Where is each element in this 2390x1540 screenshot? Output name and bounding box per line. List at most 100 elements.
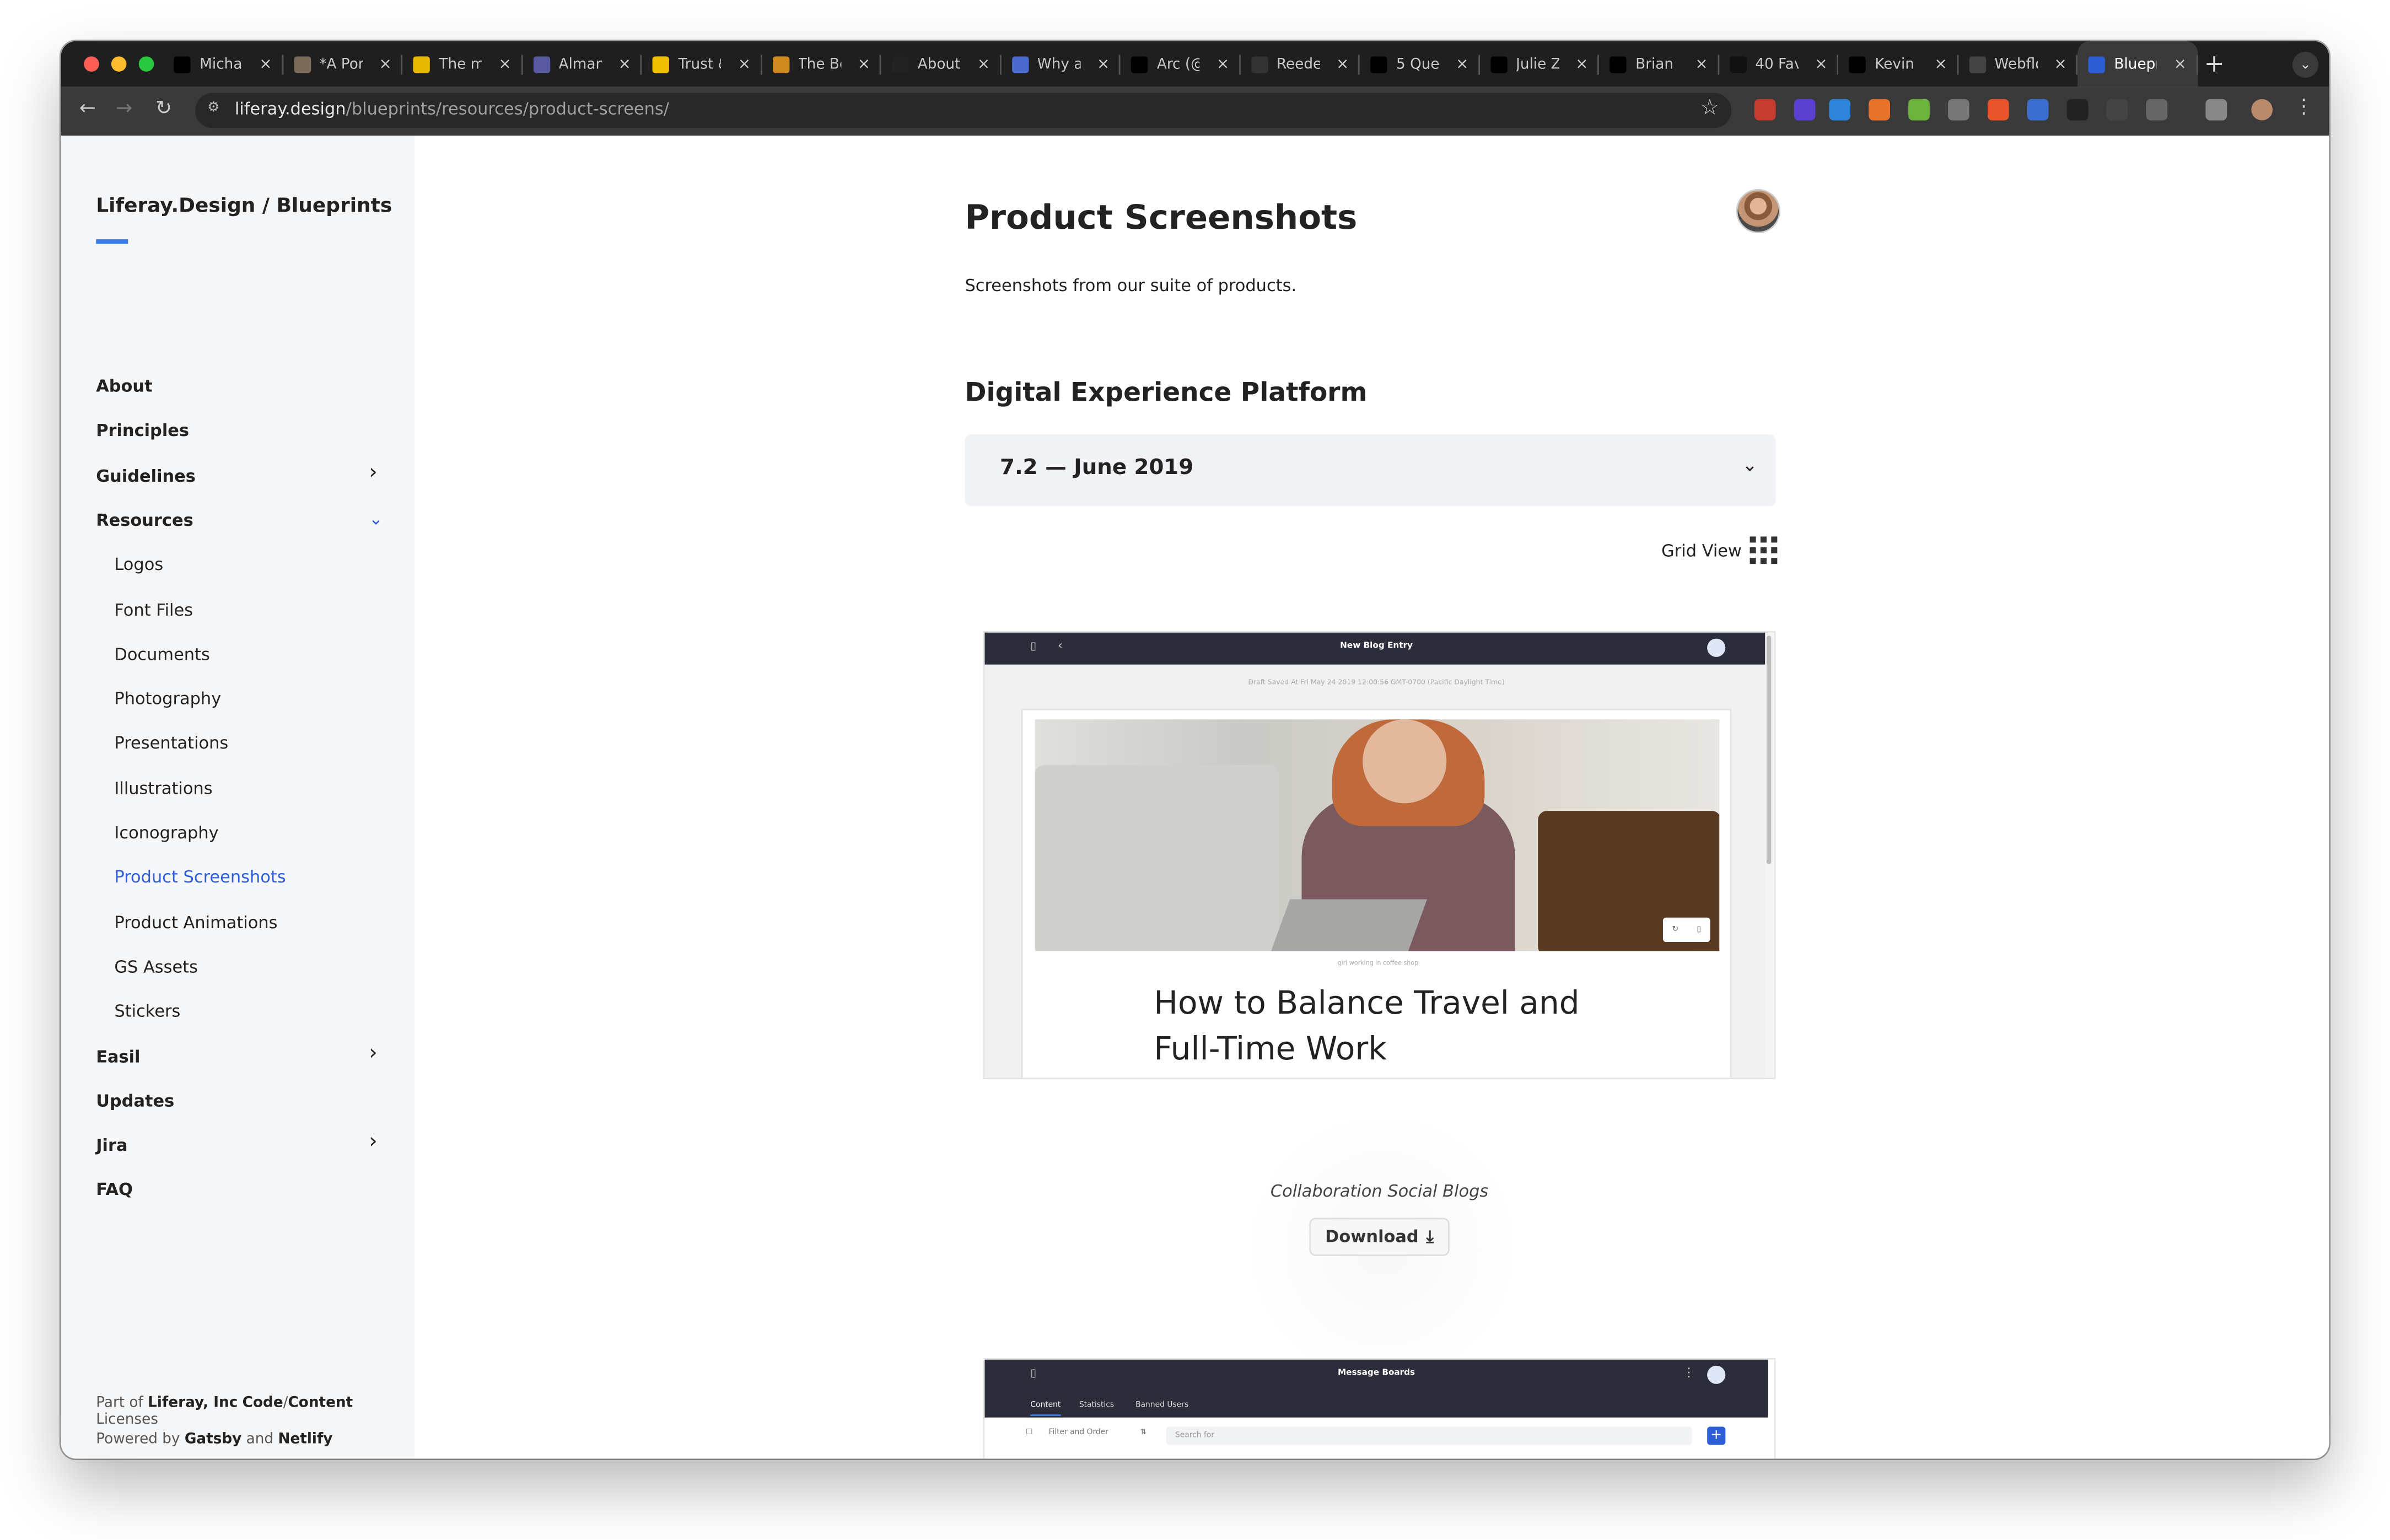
- close-tab-icon[interactable]: ×: [1815, 56, 1827, 72]
- browser-tab[interactable]: 40 Favorite ×: [1719, 41, 1838, 87]
- close-tab-icon[interactable]: ×: [618, 56, 631, 72]
- close-tab-icon[interactable]: ×: [2174, 56, 2187, 72]
- sidebar-subitem-gs-assets[interactable]: GS Assets: [114, 957, 198, 977]
- chevron-down-icon[interactable]: ⌄: [369, 509, 383, 529]
- browser-tab[interactable]: About ×: [881, 41, 1001, 87]
- address-bar[interactable]: ⚙ liferay.design/blueprints/resources/pr…: [195, 93, 1732, 128]
- browser-tab[interactable]: Almanac ×: [522, 41, 642, 87]
- tab-bar: Michael×*A Portrait×The most×Almanac×Tru…: [61, 41, 2329, 87]
- user-icon: [1707, 1365, 1726, 1384]
- zoom-window-button[interactable]: [138, 56, 154, 72]
- browser-tab[interactable]: Kevin ×: [1838, 41, 1958, 87]
- close-tab-icon[interactable]: ×: [1575, 56, 1588, 72]
- sidebar-item-resources[interactable]: Resources: [96, 510, 193, 530]
- screenshot-preview[interactable]: ▯ ‹ New Blog Entry Draft Saved At Fri Ma…: [983, 631, 1776, 1079]
- browser-tab[interactable]: The most ×: [402, 41, 523, 87]
- sidebar-subitem-product-animations[interactable]: Product Animations: [114, 912, 277, 932]
- search-field: Search for: [1166, 1426, 1692, 1445]
- extension-icon[interactable]: [1829, 99, 1851, 121]
- browser-tab[interactable]: Brian L ×: [1599, 41, 1719, 87]
- browser-tab[interactable]: The Best ×: [761, 41, 881, 87]
- site-brand[interactable]: Liferay.Design / Blueprints: [96, 195, 392, 218]
- code-link[interactable]: Code: [243, 1394, 283, 1411]
- browser-tab[interactable]: Trust & ×: [642, 41, 762, 87]
- close-tab-icon[interactable]: ×: [499, 56, 512, 72]
- camera-icon[interactable]: [1948, 99, 1969, 121]
- browser-tab[interactable]: Michael ×: [163, 41, 283, 87]
- close-tab-icon[interactable]: ×: [738, 56, 751, 72]
- site-settings-icon[interactable]: ⚙: [207, 101, 227, 121]
- sidebar-subitem-iconography[interactable]: Iconography: [114, 823, 218, 843]
- gatsby-link[interactable]: Gatsby: [185, 1431, 241, 1448]
- browser-tab[interactable]: 5 Questions ×: [1360, 41, 1479, 87]
- extension-icon[interactable]: [1987, 99, 2009, 121]
- browser-tab[interactable]: Reeder ×: [1240, 41, 1360, 87]
- close-tab-icon[interactable]: ×: [1934, 56, 1947, 72]
- close-tab-icon[interactable]: ×: [1216, 56, 1229, 72]
- close-tab-icon[interactable]: ×: [977, 56, 990, 72]
- download-button[interactable]: Download ⤓: [1309, 1218, 1450, 1256]
- extension-icon[interactable]: [1869, 99, 1890, 121]
- sidebar-item-easil[interactable]: Easil: [96, 1046, 140, 1066]
- tab-search-icon[interactable]: ⌄: [2292, 52, 2319, 78]
- browser-menu-icon[interactable]: ⋮: [2294, 96, 2314, 119]
- extension-icon[interactable]: [1794, 99, 1816, 121]
- grid-view-label[interactable]: Grid View: [1661, 541, 1742, 561]
- sidebar-item-faq[interactable]: FAQ: [96, 1180, 133, 1200]
- sidebar-subitem-documents[interactable]: Documents: [114, 644, 209, 664]
- extension-icon[interactable]: [1908, 99, 1930, 121]
- sidebar-subitem-font-files[interactable]: Font Files: [114, 600, 193, 620]
- liferay-link[interactable]: Liferay, Inc: [148, 1394, 238, 1411]
- extensions-puzzle-icon[interactable]: [2146, 99, 2168, 121]
- browser-tab[interactable]: Julie Z ×: [1479, 41, 1599, 87]
- sidebar-subitem-presentations[interactable]: Presentations: [114, 734, 228, 753]
- chevron-right-icon[interactable]: ›: [369, 1129, 378, 1154]
- minimize-window-button[interactable]: [111, 56, 127, 72]
- chevron-right-icon[interactable]: ›: [369, 1040, 378, 1064]
- close-tab-icon[interactable]: ×: [1097, 56, 1110, 72]
- reload-icon[interactable]: ↻: [155, 98, 172, 120]
- browser-tab[interactable]: Why are ×: [1000, 41, 1121, 87]
- extension-icon[interactable]: [2066, 99, 2088, 121]
- sidebar-subitem-stickers[interactable]: Stickers: [114, 1001, 180, 1021]
- grid-view-icon[interactable]: [1750, 536, 1778, 564]
- sidebar-item-principles[interactable]: Principles: [96, 421, 189, 441]
- close-tab-icon[interactable]: ×: [259, 56, 272, 72]
- browser-tab[interactable]: Blueprints ×: [2077, 41, 2198, 87]
- close-tab-icon[interactable]: ×: [1336, 56, 1349, 72]
- close-tab-icon[interactable]: ×: [1695, 56, 1708, 72]
- forward-icon[interactable]: →: [116, 98, 132, 120]
- sidebar-subitem-product-screenshots[interactable]: Product Screenshots: [114, 868, 286, 887]
- close-tab-icon[interactable]: ×: [2054, 56, 2067, 72]
- close-window-button[interactable]: [84, 56, 99, 72]
- avatar[interactable]: [1736, 189, 1780, 234]
- version-select[interactable]: 7.2 — June 2019 ⌄: [965, 434, 1776, 507]
- new-tab-icon[interactable]: +: [2204, 49, 2225, 78]
- bookmark-star-icon[interactable]: ☆: [1700, 96, 1720, 120]
- browser-window: Michael×*A Portrait×The most×Almanac×Tru…: [61, 41, 2329, 1459]
- sidebar-item-updates[interactable]: Updates: [96, 1091, 174, 1111]
- netlify-link[interactable]: Netlify: [278, 1431, 332, 1448]
- d-logo-icon: [293, 55, 310, 73]
- close-tab-icon[interactable]: ×: [379, 56, 391, 72]
- content-link[interactable]: Content: [288, 1394, 353, 1411]
- browser-tab[interactable]: Arc (@ ×: [1120, 41, 1240, 87]
- sidebar-item-jira[interactable]: Jira: [96, 1135, 127, 1155]
- extension-icon[interactable]: [1754, 99, 1776, 121]
- close-tab-icon[interactable]: ×: [1456, 56, 1468, 72]
- screenshot-preview[interactable]: ▯ Message Boards ⋮ Content Statistics Ba…: [983, 1358, 1776, 1459]
- react-icon[interactable]: [2027, 99, 2049, 121]
- sidebar-toggle-icon[interactable]: [2205, 99, 2227, 121]
- browser-tab[interactable]: Webflow ×: [1958, 41, 2078, 87]
- sidebar-subitem-illustrations[interactable]: Illustrations: [114, 778, 212, 798]
- browser-tab[interactable]: *A Portrait ×: [283, 41, 403, 87]
- back-icon[interactable]: ←: [79, 98, 96, 120]
- sidebar-item-about[interactable]: About: [96, 376, 152, 396]
- profile-avatar-icon[interactable]: [2251, 99, 2273, 121]
- close-tab-icon[interactable]: ×: [858, 56, 870, 72]
- sidebar-subitem-logos[interactable]: Logos: [114, 555, 163, 575]
- chevron-right-icon[interactable]: ›: [369, 460, 378, 484]
- extension-icon[interactable]: [2106, 99, 2128, 121]
- sidebar-subitem-photography[interactable]: Photography: [114, 689, 221, 709]
- sidebar-item-guidelines[interactable]: Guidelines: [96, 466, 196, 486]
